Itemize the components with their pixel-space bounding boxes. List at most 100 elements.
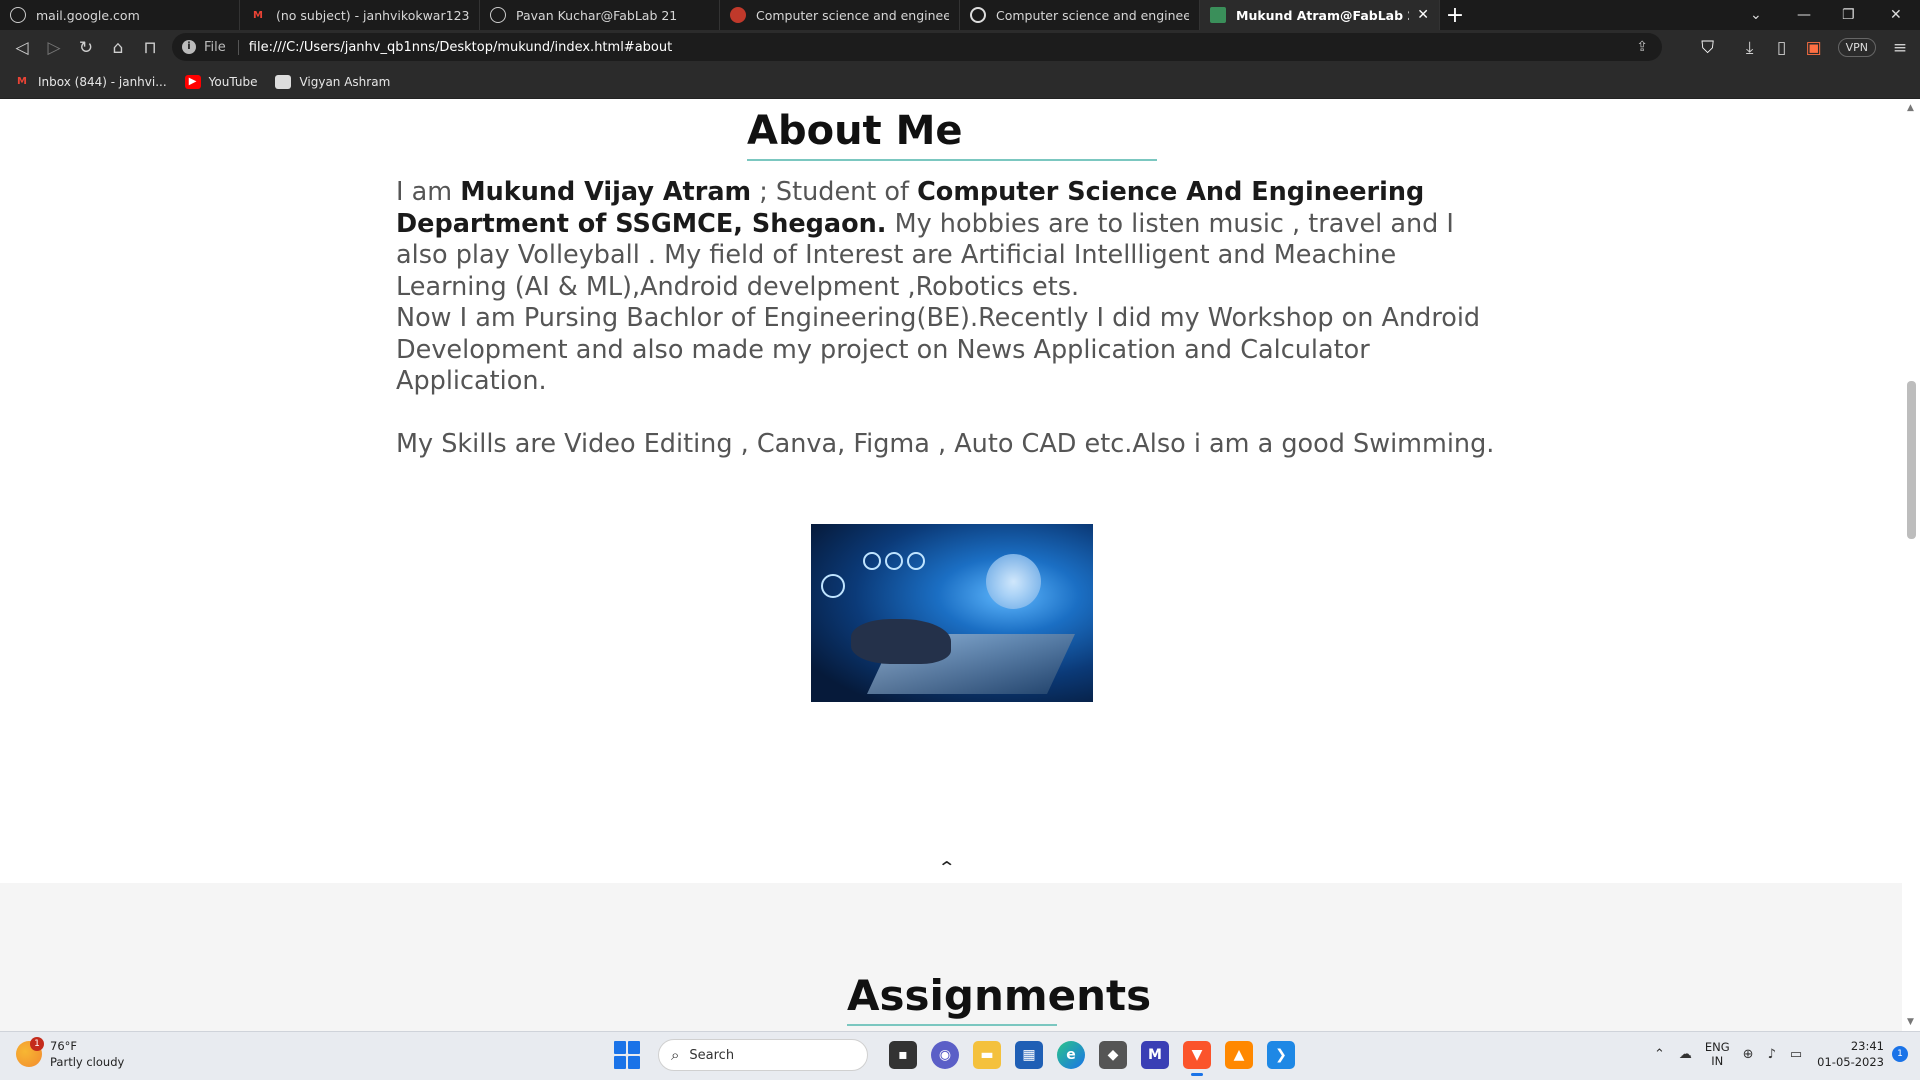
navigation-toolbar: ◁ ▷ ↻ ⌂ ⊓ i File file:///C:/Users/janhv_… — [0, 30, 1920, 65]
bookmark-label: YouTube — [208, 74, 258, 89]
tab-mail-google[interactable]: mail.google.com — [0, 0, 240, 30]
scroll-top-icon[interactable]: ⌃ — [937, 858, 956, 877]
toolbar-right: ⛉ ⤓ ▯ ▣ VPN ≡ — [1692, 30, 1920, 65]
about-image — [811, 524, 1093, 702]
youtube-icon: ▶ — [184, 74, 201, 89]
store-icon[interactable]: ▦ — [1015, 1041, 1043, 1069]
chevron-up-icon[interactable]: ⌃ — [1654, 1047, 1665, 1062]
brave-icon[interactable]: ▼ — [1183, 1041, 1211, 1076]
menu-icon[interactable]: ≡ — [1884, 32, 1916, 64]
vlc-icon[interactable]: ▲ — [1225, 1041, 1253, 1069]
hud-circle-icon — [885, 552, 903, 570]
google-icon — [970, 7, 986, 23]
tab-search-icon[interactable]: ⌄ — [1750, 0, 1762, 30]
text-span: ; Student of — [751, 177, 918, 207]
taskbar-apps: ⌕ Search ▪ ◉ ▬ ▦ e ◆ M ▼ ▲ ❯ — [614, 1039, 1302, 1076]
search-icon: ⌕ — [671, 1046, 680, 1064]
page-scrollbar[interactable]: ▲ ▼ — [1902, 99, 1920, 1031]
bookmark-label: Vigyan Ashram — [299, 74, 391, 89]
clock-time: 23:41 — [1850, 1039, 1884, 1053]
page-viewport: About Me I am Mukund Vijay Atram ; Stude… — [0, 99, 1902, 1031]
hud-circle-icon — [821, 574, 845, 598]
search-label: Search — [689, 1047, 735, 1063]
tab-cse-e[interactable]: Computer science and engineering - E — [720, 0, 960, 30]
bookmark-inbox[interactable]: M Inbox (844) - janhvi... — [14, 75, 167, 89]
tab-gmail[interactable]: M (no subject) - janhvikokwar1234@gm — [240, 0, 480, 30]
bookmarks-bar: M Inbox (844) - janhvi... ▶ YouTube Vigy… — [0, 65, 1920, 99]
lang-bottom: IN — [1711, 1054, 1724, 1068]
brave-shield-icon[interactable]: ⛉ — [1692, 32, 1724, 64]
weather-badge: 1 — [30, 1037, 44, 1051]
name-bold: Mukund Vijay Atram — [460, 177, 752, 207]
scroll-thumb[interactable] — [1907, 381, 1916, 539]
share-icon[interactable]: ⇪ — [1636, 39, 1648, 55]
wallet-icon[interactable]: ▣ — [1798, 32, 1830, 64]
system-tray: ⌃ ☁ ENG IN ⊕ ♪ ▭ 23:41 01-05-2023 1 — [1647, 1038, 1908, 1070]
lang-top: ENG — [1704, 1040, 1730, 1054]
scroll-up-icon[interactable]: ▲ — [1907, 103, 1914, 113]
home-icon[interactable]: ⌂ — [102, 32, 134, 64]
tab-label: Pavan Kuchar@FabLab 21 — [516, 7, 678, 23]
close-tab-icon[interactable]: ✕ — [1417, 7, 1429, 23]
tab-label: mail.google.com — [36, 7, 140, 23]
hud-circle-icon — [907, 552, 925, 570]
file-explorer-icon[interactable]: ▬ — [973, 1041, 1001, 1069]
gmail-icon: M — [253, 9, 263, 21]
chat-icon[interactable]: ◉ — [931, 1041, 959, 1069]
minimize-icon[interactable]: — — [1797, 0, 1811, 30]
weather-widget[interactable]: 1 76°F Partly cloudy — [16, 1037, 124, 1070]
close-window-icon[interactable]: ✕ — [1890, 0, 1902, 30]
forward-icon[interactable]: ▷ — [38, 32, 70, 64]
tab-strip: mail.google.com M (no subject) - janhvik… — [0, 0, 1920, 30]
url-text[interactable]: file:///C:/Users/janhv_qb1nns/Desktop/mu… — [249, 40, 672, 55]
restore-icon[interactable]: ❐ — [1842, 0, 1855, 30]
bookmark-youtube[interactable]: ▶ YouTube — [184, 74, 258, 89]
notification-badge[interactable]: 1 — [1892, 1046, 1908, 1062]
battery-icon[interactable]: ▭ — [1790, 1047, 1802, 1062]
address-bar[interactable]: i File file:///C:/Users/janhv_qb1nns/Des… — [172, 33, 1662, 61]
scroll-down-icon[interactable]: ▼ — [1907, 1017, 1914, 1027]
network-icon[interactable]: ⊕ — [1743, 1047, 1754, 1062]
site-info-icon[interactable]: i — [182, 40, 196, 54]
task-view-icon[interactable]: ▪ — [889, 1041, 917, 1069]
new-tab-button[interactable]: + — [1440, 3, 1470, 28]
language-indicator[interactable]: ENG IN — [1705, 1040, 1730, 1068]
bookmark-icon[interactable]: ⊓ — [134, 32, 166, 64]
tab-mukund-fablab[interactable]: Mukund Atram@FabLab 23 ✕ — [1200, 0, 1440, 30]
browser-window: mail.google.com M (no subject) - janhvik… — [0, 0, 1920, 1080]
clock[interactable]: 23:41 01-05-2023 — [1817, 1038, 1884, 1070]
tab-cse-c[interactable]: Computer science and engineering - C — [960, 0, 1200, 30]
edge-icon[interactable]: e — [1057, 1041, 1085, 1069]
scheme-label: File — [204, 39, 239, 55]
vpn-button[interactable]: VPN — [1837, 38, 1876, 57]
volume-icon[interactable]: ♪ — [1768, 1047, 1776, 1062]
globe-icon — [490, 7, 506, 23]
start-button[interactable] — [614, 1041, 642, 1069]
unity-icon[interactable]: ◆ — [1099, 1041, 1127, 1069]
globe-icon — [10, 7, 26, 23]
tab-label: Computer science and engineering - E — [756, 7, 949, 23]
sidebar-icon[interactable]: ▯ — [1766, 32, 1798, 64]
app-icon[interactable]: M — [1141, 1041, 1169, 1069]
tab-label: Computer science and engineering - C — [996, 7, 1189, 23]
weather-icon: 1 — [16, 1037, 44, 1067]
tab-pavan-fablab[interactable]: Pavan Kuchar@FabLab 21 — [480, 0, 720, 30]
vscode-icon[interactable]: ❯ — [1267, 1041, 1295, 1069]
red-site-icon — [730, 7, 746, 23]
download-icon[interactable]: ⤓ — [1734, 32, 1766, 64]
hand-graphic — [851, 619, 951, 664]
reload-icon[interactable]: ↻ — [70, 32, 102, 64]
weather-temp: 76°F — [50, 1039, 77, 1053]
back-icon[interactable]: ◁ — [6, 32, 38, 64]
title-underline — [847, 1024, 1057, 1026]
taskbar-search[interactable]: ⌕ Search — [658, 1039, 868, 1071]
about-paragraph-1: I am Mukund Vijay Atram ; Student of Com… — [396, 177, 1506, 303]
about-paragraph-2: Now I am Pursing Bachlor of Engineering(… — [396, 303, 1481, 396]
text-span: I am — [396, 177, 461, 207]
tab-label: (no subject) - janhvikokwar1234@gm — [276, 7, 469, 23]
bookmark-vigyan-ashram[interactable]: Vigyan Ashram — [275, 74, 391, 89]
onedrive-icon[interactable]: ☁ — [1679, 1047, 1692, 1062]
bookmark-label: Inbox (844) - janhvi... — [38, 74, 167, 89]
page-favicon-icon — [1210, 7, 1226, 23]
